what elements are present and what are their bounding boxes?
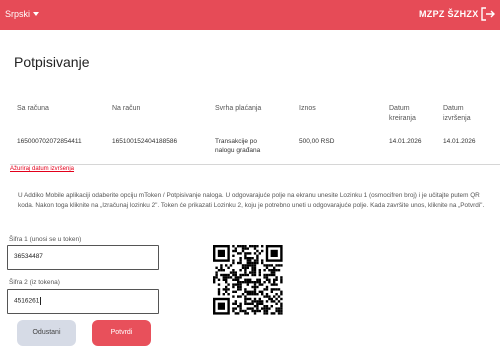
cell-from-account: 165000702072854411 bbox=[17, 138, 82, 145]
cell-purpose: Transakcije po nalogu građana bbox=[215, 138, 261, 154]
top-bar: Srpski MZPZ ŠZHZX bbox=[0, 0, 500, 30]
page-title: Potpisivanje bbox=[14, 54, 90, 70]
qr-code bbox=[207, 239, 288, 320]
column-header-from: Sa računa bbox=[17, 105, 49, 112]
chevron-down-icon bbox=[33, 12, 40, 16]
cell-to-account: 165100152404188586 bbox=[112, 138, 178, 145]
table-divider bbox=[10, 164, 500, 165]
text-cursor bbox=[40, 297, 42, 305]
confirm-button[interactable]: Potvrdi bbox=[92, 320, 151, 346]
user-name: MZPZ ŠZHZX bbox=[419, 9, 479, 19]
column-header-created: Datum kreiranja bbox=[389, 105, 416, 122]
update-date-link[interactable]: Ažuriraj datum izvršenja bbox=[10, 166, 74, 172]
cell-amount: 500,00 RSD bbox=[299, 138, 335, 145]
cell-executed-date: 14.01.2026 bbox=[443, 138, 476, 145]
cancel-button[interactable]: Odustani bbox=[17, 320, 76, 346]
password1-field[interactable]: 36534487 bbox=[7, 245, 159, 270]
password2-value: 4516261 bbox=[14, 297, 40, 305]
password1-value: 36534487 bbox=[14, 253, 43, 260]
logout-icon[interactable] bbox=[480, 6, 496, 22]
language-selector[interactable]: Srpski bbox=[5, 9, 40, 19]
language-label: Srpski bbox=[5, 9, 31, 19]
column-header-executed: Datum izvršenja bbox=[443, 105, 471, 122]
column-header-amount: Iznos bbox=[299, 105, 316, 112]
column-header-to: Na račun bbox=[112, 105, 141, 112]
password2-field[interactable]: 4516261 bbox=[7, 289, 159, 314]
field1-label: Šifra 1 (unosi se u token) bbox=[9, 236, 82, 243]
cell-created-date: 14.01.2026 bbox=[389, 138, 422, 145]
field2-label: Šifra 2 (iz tokena) bbox=[9, 279, 60, 286]
instructions-text: U Addiko Mobile aplikaciji odaberite opc… bbox=[18, 192, 485, 209]
column-header-purpose: Svrha plaćanja bbox=[215, 105, 262, 112]
